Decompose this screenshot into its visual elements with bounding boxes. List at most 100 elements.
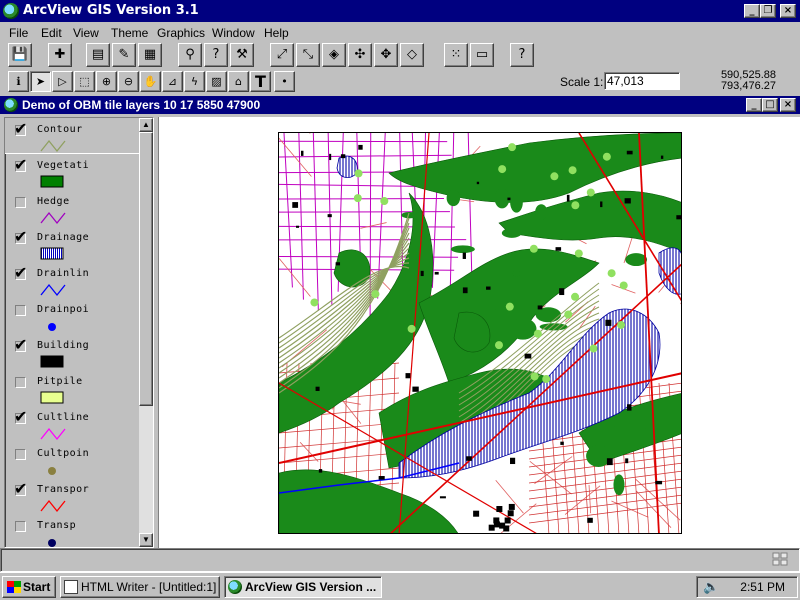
resize-grip-icon[interactable] [772, 552, 790, 568]
menu-file[interactable]: File [9, 26, 28, 40]
building [296, 225, 299, 228]
view-minimize-button[interactable]: _ [746, 98, 762, 112]
building [600, 201, 603, 208]
view-window-title-bar[interactable]: Demo of OBM tile layers 10 17 5850 47900… [0, 96, 800, 114]
layer-cultpoin[interactable]: Cultpoin [5, 442, 141, 478]
toc-scrollbar[interactable]: ▲ ▼ [139, 118, 153, 547]
scroll-thumb[interactable] [139, 132, 153, 406]
view-close-button[interactable]: × [780, 98, 796, 112]
select-features-icon[interactable]: ⁙ [444, 43, 468, 67]
draw-point-icon[interactable]: • [274, 71, 295, 92]
vertex-edit-icon[interactable]: ▷ [52, 71, 73, 92]
app-title-bar[interactable]: ArcView GIS Version 3.1 _ ❐ × [0, 0, 800, 22]
pointer-icon[interactable]: ➤ [30, 71, 51, 92]
arcview-globe-icon[interactable] [3, 3, 19, 19]
arcview-task-icon [228, 580, 242, 594]
culture-point [571, 292, 580, 301]
layer-name: Building [37, 340, 90, 351]
menu-view[interactable]: View [73, 26, 99, 40]
vegetation-patch [512, 270, 521, 277]
task-arcview[interactable]: ArcView GIS Version ... [224, 576, 382, 598]
layer-visibility-checkbox[interactable] [15, 521, 26, 532]
minimize-button[interactable]: _ [744, 4, 760, 18]
menu-theme[interactable]: Theme [111, 26, 148, 40]
layer-contour[interactable]: ✔ Contour [5, 118, 141, 154]
layer-visibility-checkbox[interactable] [15, 197, 26, 208]
add-theme-icon[interactable]: ✚ [48, 43, 72, 67]
building [605, 319, 612, 326]
view-title: Demo of OBM tile layers 10 17 5850 47900 [22, 98, 261, 112]
layer-visibility-checkbox[interactable] [15, 305, 26, 316]
speaker-icon[interactable]: 🔈 [703, 579, 719, 595]
hotlink-icon[interactable]: ϟ [184, 71, 205, 92]
close-button[interactable]: × [780, 4, 796, 18]
building [676, 215, 681, 220]
zoom-selected-icon[interactable]: ◈ [322, 43, 346, 67]
scale-input[interactable]: 47,013 [604, 72, 680, 90]
query-builder-icon[interactable]: ⚒ [230, 43, 254, 67]
view-maximize-button[interactable]: □ [762, 98, 778, 112]
layer-drainpoi[interactable]: Drainpoi [5, 298, 141, 334]
open-table-icon[interactable]: ▦ [138, 43, 162, 67]
text-tool-icon[interactable]: T [250, 71, 271, 92]
layer-hedge[interactable]: Hedge [5, 190, 141, 226]
save-project-icon[interactable]: 💾 [8, 43, 32, 67]
culture-point [542, 375, 551, 384]
zoom-previous-icon[interactable]: ◇ [400, 43, 424, 67]
measure-icon[interactable]: ⊿ [162, 71, 183, 92]
label-icon[interactable]: ⌂ [228, 71, 249, 92]
culture-point [380, 196, 389, 205]
menu-window[interactable]: Window [212, 26, 255, 40]
vegetation-patch [535, 204, 548, 220]
menu-edit[interactable]: Edit [41, 26, 62, 40]
theme-properties-icon[interactable]: ▤ [86, 43, 110, 67]
zoom-out-arrows-icon[interactable]: ✥ [374, 43, 398, 67]
menu-graphics[interactable]: Graphics [157, 26, 205, 40]
map-graphic[interactable] [279, 133, 682, 534]
layer-name: Drainpoi [37, 304, 90, 315]
start-button[interactable]: Start [2, 576, 56, 598]
layer-transpor[interactable]: ✔ Transpor [5, 478, 141, 514]
layer-visibility-checkbox[interactable] [15, 377, 26, 388]
pan-hand-icon[interactable]: ✋ [140, 71, 161, 92]
layer-drainage[interactable]: ✔ Drainage [5, 226, 141, 262]
building [335, 262, 341, 266]
help-pointer-icon[interactable]: ? [510, 43, 534, 67]
map-canvas[interactable] [278, 132, 682, 534]
identify-icon[interactable]: ℹ [8, 71, 29, 92]
layer-drainlin[interactable]: ✔ Drainlin [5, 262, 141, 298]
zoom-in-arrows-icon[interactable]: ✣ [348, 43, 372, 67]
view-globe-icon[interactable] [4, 98, 18, 112]
clock: 2:51 PM [740, 580, 785, 594]
building [292, 202, 299, 208]
locate-address-icon[interactable]: ? [204, 43, 228, 67]
scroll-up-arrow-icon[interactable]: ▲ [139, 118, 153, 132]
layer-vegetati[interactable]: ✔ Vegetati [5, 154, 141, 190]
clear-selection-icon[interactable]: ▭ [470, 43, 494, 67]
culture-point [550, 172, 559, 181]
zoom-out-icon[interactable]: ⊖ [118, 71, 139, 92]
edit-legend-icon[interactable]: ✎ [112, 43, 136, 67]
zoom-active-themes-icon[interactable]: ⤡ [296, 43, 320, 67]
map-view[interactable] [158, 117, 800, 548]
layer-visibility-checkbox[interactable] [15, 449, 26, 460]
area-of-interest-icon[interactable]: ▨ [206, 71, 227, 92]
html-writer-icon [64, 580, 78, 594]
culture-point [353, 194, 362, 203]
find-binoculars-icon[interactable]: ⚲ [178, 43, 202, 67]
building [606, 458, 613, 466]
select-feature-icon[interactable]: ⬚ [74, 71, 95, 92]
building [462, 252, 466, 259]
layer-cultline[interactable]: ✔ Cultline [5, 406, 141, 442]
restore-button[interactable]: ❐ [760, 4, 776, 18]
zoom-full-extent-icon[interactable]: ⤢ [270, 43, 294, 67]
legend-symbol-fill-icon [40, 391, 64, 404]
layer-pitpile[interactable]: Pitpile [5, 370, 141, 406]
scroll-down-arrow-icon[interactable]: ▼ [139, 533, 153, 547]
building [503, 525, 510, 532]
layer-building[interactable]: ✔ Building [5, 334, 141, 370]
task-html-writer[interactable]: HTML Writer - [Untitled:1] [60, 576, 220, 598]
menu-help[interactable]: Help [264, 26, 289, 40]
layer-transp[interactable]: Transp [5, 514, 141, 547]
zoom-in-icon[interactable]: ⊕ [96, 71, 117, 92]
